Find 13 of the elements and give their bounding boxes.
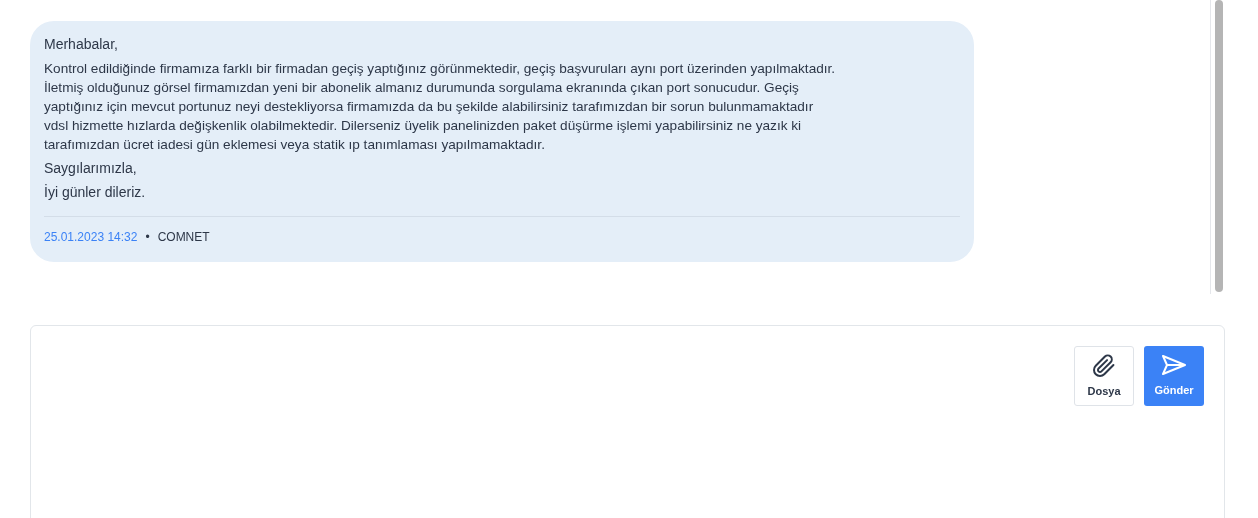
separator-dot: •	[145, 229, 150, 246]
attach-file-button[interactable]: Dosya	[1074, 346, 1134, 406]
paperclip-icon	[1092, 352, 1116, 379]
signoff-text: İyi günler dileriz.	[44, 183, 147, 202]
greeting-text: Merhabalar,	[44, 35, 119, 54]
send-button[interactable]: Gönder	[1144, 346, 1204, 406]
author-name: COMNET	[157, 229, 210, 246]
message-timestamp: 25.01.2023 14:32	[44, 229, 138, 246]
message-composer[interactable]: Dosya Gönder	[30, 325, 1225, 518]
send-icon	[1161, 353, 1187, 376]
scrollbar-thumb[interactable]	[1214, 0, 1223, 292]
message-text: Kontrol edildiğinde firmamıza farklı bir firmadan geçiş yaptığınız görünmektedir, geçiş başvuruları aynı port üzerinden yapılmaktadır. İletmiş olduğunuz görsel firmamızdan yeni bir abonelik almanız durumunda sorgulama ekranında çıkan port sonucudur. Geçiş yaptığınız için mevcut portunuz neyi destekliyorsa firmamızda da bu şekilde alabilirsiniz tarafımızdan bir sorun bulunmamaktadır vdsl hizmette hızlarda değişkenlik olabilmektedir. Dilerseniz üyelik panelinizden paket düşürme işlemi yapabilirsiniz ne yazık ki tarafımızdan ücret iadesi gün eklemesi veya statik ıp tanımlaması yapılmamaktadır.	[44, 60, 837, 154]
closing-text: Saygılarımızla,	[44, 159, 138, 178]
